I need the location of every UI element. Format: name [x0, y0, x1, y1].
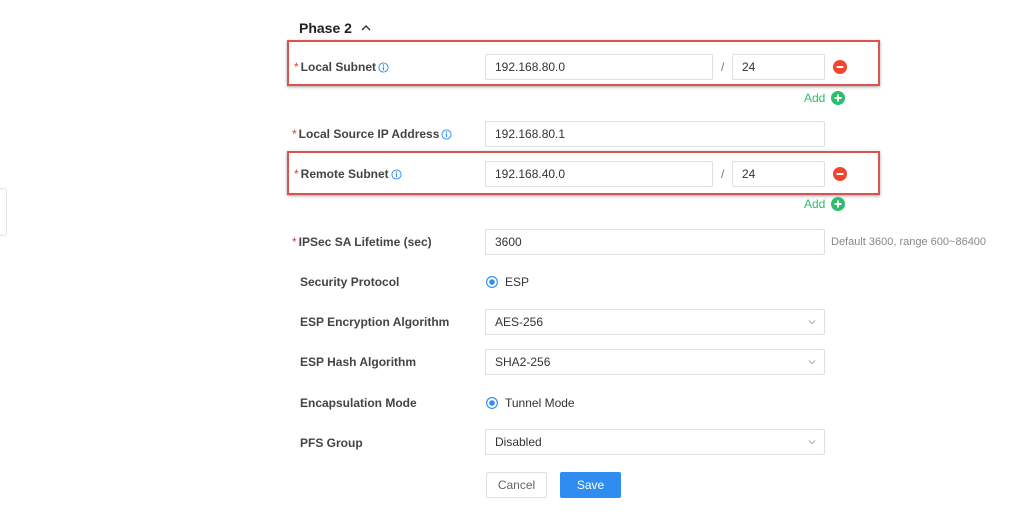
minus-circle-icon[interactable] — [833, 167, 847, 181]
local-subnet-add-button[interactable]: Add — [804, 91, 846, 105]
radio-selected-icon — [486, 397, 498, 409]
cancel-button[interactable]: Cancel — [486, 472, 547, 498]
section-title: Phase 2 — [299, 20, 352, 36]
remote-subnet-mask-input[interactable]: 24 — [732, 161, 825, 187]
encapsulation-mode-label: Encapsulation Mode — [300, 396, 417, 410]
required-marker: * — [292, 235, 297, 249]
side-panel-toggle[interactable] — [0, 188, 7, 236]
chevron-down-icon — [808, 320, 816, 325]
local-source-ip-input[interactable]: 192.168.80.1 — [485, 121, 825, 147]
security-protocol-esp-radio[interactable]: ESP — [486, 275, 529, 289]
local-subnet-mask-input[interactable]: 24 — [732, 54, 825, 80]
chevron-down-icon — [808, 360, 816, 365]
remote-subnet-add-button[interactable]: Add — [804, 197, 846, 211]
ipsec-sa-lifetime-hint: Default 3600, range 600~86400 — [831, 236, 987, 248]
info-circle-icon[interactable] — [441, 128, 452, 140]
save-button[interactable]: Save — [560, 472, 621, 498]
info-circle-icon[interactable] — [378, 61, 389, 73]
pfs-group-select[interactable]: Disabled — [485, 429, 825, 455]
required-marker: * — [292, 127, 297, 141]
subnet-separator: / — [721, 60, 725, 74]
esp-hash-label: ESP Hash Algorithm — [300, 355, 417, 369]
info-circle-icon[interactable] — [391, 168, 402, 180]
required-marker: * — [294, 167, 299, 181]
remote-subnet-label: * Remote Subnet — [294, 167, 402, 181]
local-subnet-label: * Local Subnet — [294, 60, 389, 74]
radio-selected-icon — [486, 276, 498, 288]
plus-circle-icon — [831, 91, 846, 105]
minus-circle-icon[interactable] — [833, 60, 847, 74]
remote-subnet-ip-input[interactable]: 192.168.40.0 — [485, 161, 713, 187]
security-protocol-label: Security Protocol — [300, 275, 400, 289]
encapsulation-tunnel-radio[interactable]: Tunnel Mode — [486, 396, 575, 410]
chevron-up-icon[interactable] — [360, 22, 372, 34]
section-header[interactable]: Phase 2 — [299, 20, 372, 36]
local-subnet-ip-input[interactable]: 192.168.80.0 — [485, 54, 713, 80]
ipsec-sa-lifetime-input[interactable]: 3600 — [485, 229, 825, 255]
esp-encryption-select[interactable]: AES-256 — [485, 309, 825, 335]
chevron-down-icon — [808, 440, 816, 445]
required-marker: * — [294, 60, 299, 74]
local-source-ip-label: * Local Source IP Address — [292, 127, 452, 141]
subnet-separator: / — [721, 167, 725, 181]
esp-hash-select[interactable]: SHA2-256 — [485, 349, 825, 375]
esp-encryption-label: ESP Encryption Algorithm — [300, 315, 450, 329]
plus-circle-icon — [831, 197, 846, 211]
ipsec-sa-lifetime-label: * IPSec SA Lifetime (sec) — [292, 235, 432, 249]
pfs-group-label: PFS Group — [300, 436, 363, 450]
